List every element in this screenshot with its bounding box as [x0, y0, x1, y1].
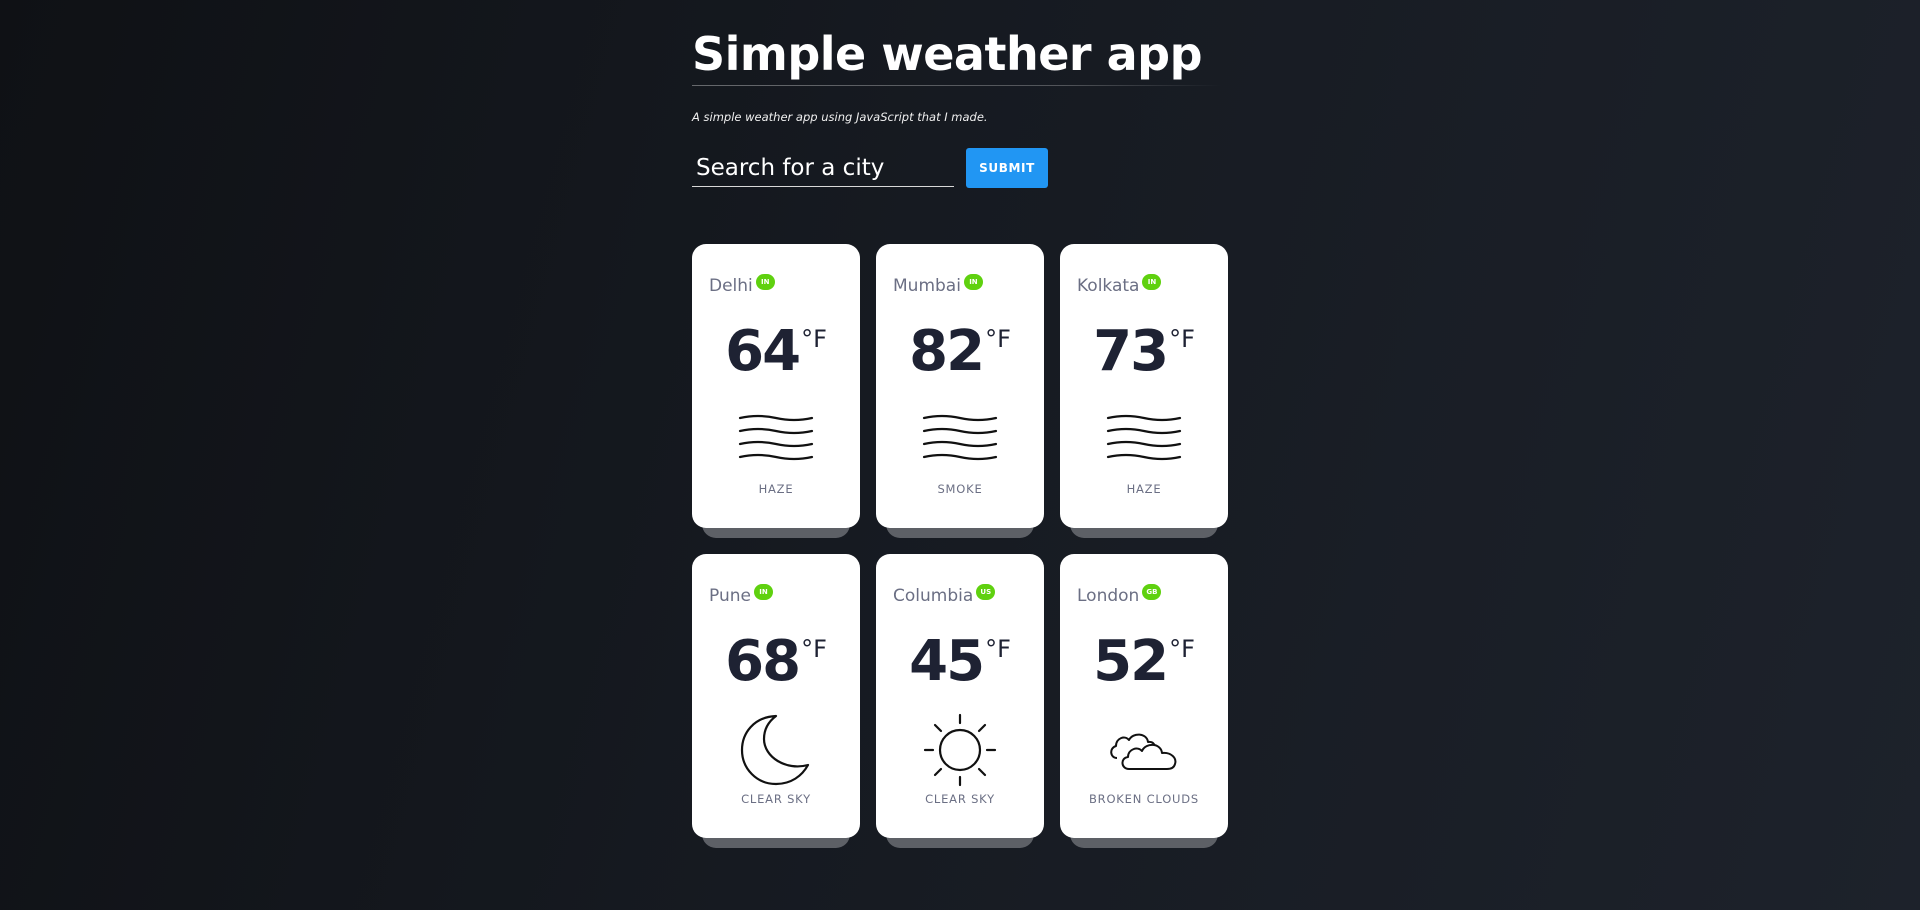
temperature-unit: °F: [985, 635, 1011, 663]
city-row: London GB: [1077, 584, 1162, 608]
city-name: Delhi: [709, 276, 753, 296]
condition-label: HAZE: [1126, 482, 1162, 496]
temperature: 52 °F: [1060, 630, 1228, 694]
sun-icon: [876, 712, 1044, 788]
weather-cards-grid: Delhi IN 64 °F HAZE Mumbai IN 82 °F SMOK…: [692, 244, 1232, 848]
temperature-unit: °F: [1169, 635, 1195, 663]
city-row: Pune IN: [709, 584, 773, 608]
country-badge: GB: [1142, 584, 1162, 600]
broken-clouds-icon: [1060, 712, 1228, 788]
temperature-unit: °F: [1169, 325, 1195, 353]
temperature: 45 °F: [876, 630, 1044, 694]
card-body: Delhi IN 64 °F HAZE: [692, 244, 860, 528]
city-name: Columbia: [893, 586, 974, 606]
condition-label: HAZE: [758, 482, 794, 496]
condition-label: CLEAR SKY: [741, 792, 811, 806]
temperature-value: 64: [725, 319, 801, 384]
weather-card: London GB 52 °F BROKEN CLOUDS: [1060, 554, 1228, 848]
temperature: 68 °F: [692, 630, 860, 694]
card-body: London GB 52 °F BROKEN CLOUDS: [1060, 554, 1228, 838]
city-search-input[interactable]: [692, 149, 954, 187]
temperature: 73 °F: [1060, 320, 1228, 384]
card-body: Pune IN 68 °F CLEAR SKY: [692, 554, 860, 838]
weather-card: Kolkata IN 73 °F HAZE: [1060, 244, 1228, 538]
page-title: Simple weather app: [692, 27, 1203, 81]
city-name: Kolkata: [1077, 276, 1140, 296]
city-row: Mumbai IN: [893, 274, 983, 298]
card-body: Kolkata IN 73 °F HAZE: [1060, 244, 1228, 528]
country-badge: IN: [753, 584, 773, 600]
submit-button[interactable]: SUBMIT: [966, 148, 1048, 188]
haze-icon: [1060, 402, 1228, 478]
weather-card: Delhi IN 64 °F HAZE: [692, 244, 860, 538]
country-badge: IN: [963, 274, 983, 290]
temperature-value: 73: [1093, 319, 1169, 384]
city-row: Kolkata IN: [1077, 274, 1162, 298]
moon-icon: [692, 712, 860, 788]
city-name: Pune: [709, 586, 751, 606]
condition-label: BROKEN CLOUDS: [1088, 792, 1200, 806]
temperature-value: 68: [725, 629, 801, 694]
card-body: Mumbai IN 82 °F SMOKE: [876, 244, 1044, 528]
temperature-value: 82: [909, 319, 985, 384]
temperature-value: 52: [1093, 629, 1169, 694]
app-container: Simple weather app A simple weather app …: [692, 0, 1232, 848]
city-name: Mumbai: [893, 276, 961, 296]
temperature: 64 °F: [692, 320, 860, 384]
haze-icon: [876, 402, 1044, 478]
city-name: London: [1077, 586, 1140, 606]
haze-icon: [692, 402, 860, 478]
card-body: Columbia US 45 °F CLEAR SKY: [876, 554, 1044, 838]
page-subtitle: A simple weather app using JavaScript th…: [692, 110, 988, 124]
weather-card: Mumbai IN 82 °F SMOKE: [876, 244, 1044, 538]
temperature-unit: °F: [985, 325, 1011, 353]
temperature-unit: °F: [801, 325, 827, 353]
condition-label: CLEAR SKY: [925, 792, 995, 806]
condition-label: SMOKE: [937, 482, 983, 496]
weather-card: Pune IN 68 °F CLEAR SKY: [692, 554, 860, 848]
city-row: Columbia US: [893, 584, 996, 608]
title-divider: [692, 85, 1222, 86]
temperature-value: 45: [909, 629, 985, 694]
country-badge: IN: [755, 274, 775, 290]
country-badge: IN: [1142, 274, 1162, 290]
search-form: SUBMIT: [692, 148, 1232, 188]
city-row: Delhi IN: [709, 274, 775, 298]
temperature: 82 °F: [876, 320, 1044, 384]
temperature-unit: °F: [801, 635, 827, 663]
weather-card: Columbia US 45 °F CLEAR SKY: [876, 554, 1044, 848]
country-badge: US: [976, 584, 996, 600]
